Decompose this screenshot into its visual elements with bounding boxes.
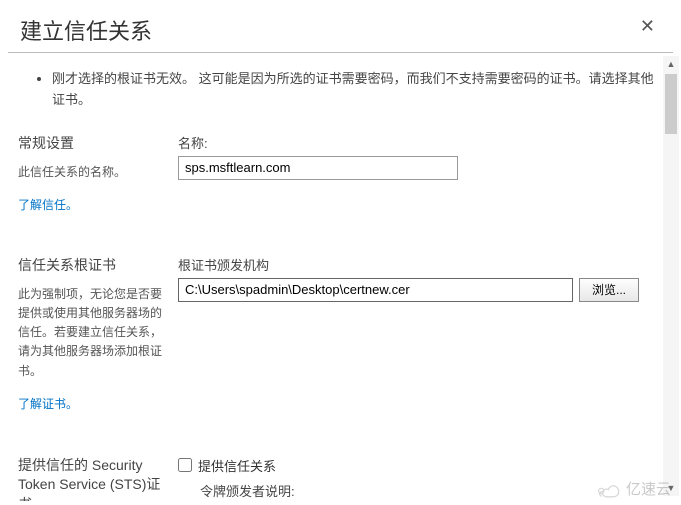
section-sts: 提供信任的 Security Token Service (STS)证书 此步骤… [18,456,663,501]
sts-title: 提供信任的 Security Token Service (STS)证书 [18,456,164,501]
general-title: 常规设置 [18,133,164,153]
rootcert-desc: 此为强制项，无论您是否要提供或使用其他服务器场的信任。若要建立信任关系，请为其他… [18,285,164,381]
cert-path-input[interactable] [178,278,573,302]
provide-trust-checkbox[interactable] [178,458,192,472]
learn-cert-link[interactable]: 了解证书。 [18,395,78,412]
content-area: 刚才选择的根证书无效。 这可能是因为所选的证书需要密码，而我们不支持需要密码的证… [0,53,681,501]
close-icon[interactable]: ✕ [634,14,661,39]
browse-button[interactable]: 浏览... [579,278,639,302]
rootcert-title: 信任关系根证书 [18,255,164,275]
dialog-title: 建立信任关系 [20,14,152,46]
name-input[interactable] [178,156,458,180]
warning-bullet: 刚才选择的根证书无效。 这可能是因为所选的证书需要密码，而我们不支持需要密码的证… [52,69,663,111]
learn-trust-link[interactable]: 了解信任。 [18,196,78,213]
section-rootcert: 信任关系根证书 此为强制项，无论您是否要提供或使用其他服务器场的信任。若要建立信… [18,255,663,412]
section-general: 常规设置 此信任关系的名称。 了解信任。 名称: [18,133,663,213]
provide-trust-label: 提供信任关系 [198,456,276,475]
rootcert-label: 根证书颁发机构 [178,255,639,274]
general-desc: 此信任关系的名称。 [18,163,164,182]
token-issuer-label: 令牌颁发者说明: [200,481,639,500]
name-label: 名称: [178,133,639,152]
